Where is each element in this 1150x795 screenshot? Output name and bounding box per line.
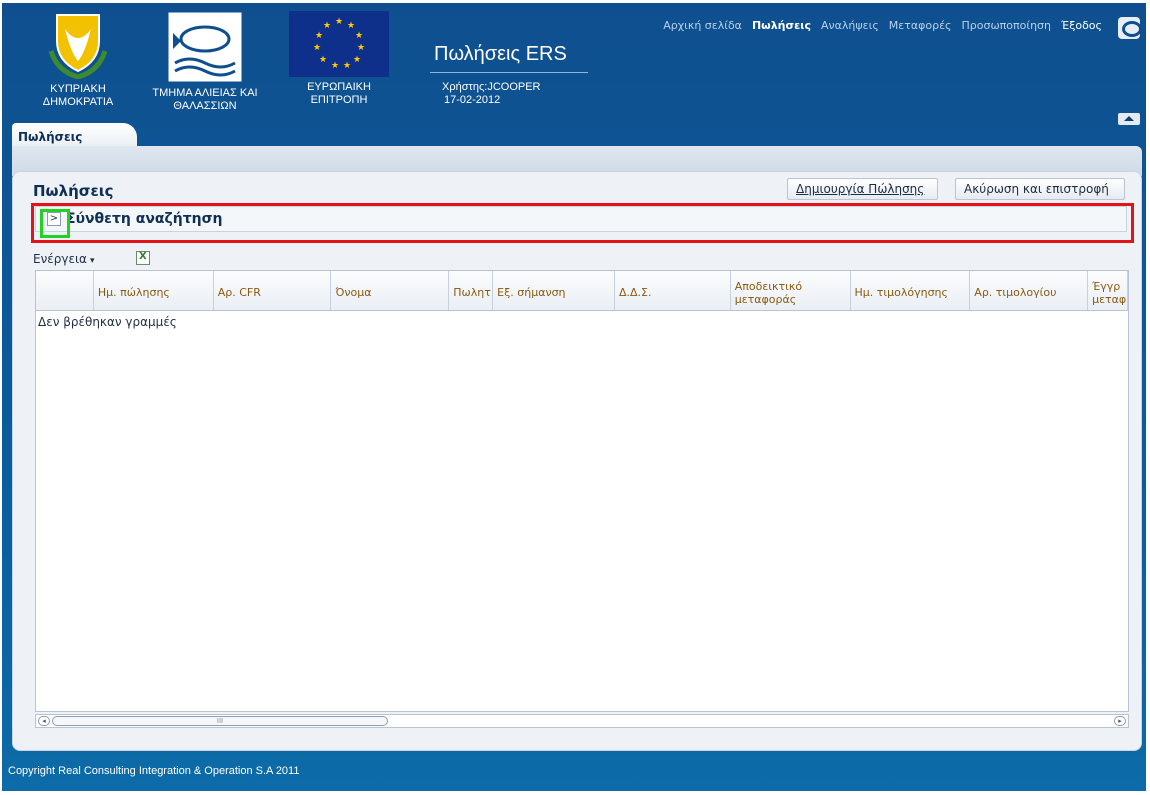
horizontal-scrollbar[interactable]: ◂ III ▸: [35, 714, 1129, 728]
column-header-seller[interactable]: Πωλητ: [449, 271, 494, 310]
column-header-cfr[interactable]: Αρ. CFR: [214, 271, 332, 310]
app-title: Πωλήσεις ERS: [434, 43, 567, 65]
nav-home[interactable]: Αρχική σελίδα: [663, 19, 742, 32]
column-header-external-marking[interactable]: Εξ. σήμανση: [493, 271, 615, 310]
collapse-header-icon[interactable]: [1118, 113, 1140, 125]
scroll-thumb[interactable]: III: [52, 716, 388, 726]
cyprus-crest-icon: [45, 11, 111, 80]
user-label: Χρήστης:JCOOPER: [442, 81, 541, 93]
oracle-icon[interactable]: [1118, 17, 1142, 39]
user-info: Χρήστης:JCOOPER 17-02-2012: [442, 81, 541, 107]
scroll-right-icon[interactable]: ▸: [1114, 716, 1126, 726]
fisheries-logo-caption: ΤΜΗΜΑ ΑΛΙΕΙΑΣ ΚΑΙ ΘΑΛΑΣΣΙΩΝ: [152, 87, 258, 112]
column-header-invoice-number[interactable]: Αρ. τιμολογίου: [970, 271, 1089, 310]
column-header-select[interactable]: [36, 271, 94, 310]
actions-menu[interactable]: Ενέργεια ▾: [33, 252, 94, 266]
fish-icon: [167, 11, 243, 83]
cyprus-logo: ΚΥΠΡΙΑΚΗ ΔΗΜΟΚΡΑΤΙΑ: [38, 11, 118, 109]
page-title: Πωλήσεις: [33, 182, 114, 200]
highlight-green-box: [40, 209, 70, 238]
export-excel-icon[interactable]: [136, 251, 150, 265]
eu-logo: ★ ★ ★ ★ ★ ★ ★ ★ ★ ★ ★ ΕΥΡΩΠΑΙΚΗ ΕΠΙΤΡΟΠΗ: [284, 11, 394, 107]
cancel-return-button[interactable]: Ακύρωση και επιστροφή: [955, 178, 1125, 200]
session-date: 17-02-2012: [444, 94, 501, 106]
column-header-transport-doc[interactable]: Αποδεικτικό μεταφοράς: [731, 271, 851, 310]
create-sale-button[interactable]: Δημιουργία Πώλησης: [787, 178, 938, 200]
sales-table: Ημ. πώλησης Αρ. CFR Όνομα Πωλητ Εξ. σήμα…: [35, 270, 1129, 712]
nav-sales[interactable]: Πωλήσεις: [752, 19, 811, 32]
column-header-dds[interactable]: Δ.Δ.Σ.: [615, 271, 731, 310]
nav-transfers[interactable]: Μεταφορές: [889, 19, 952, 32]
nav-logout[interactable]: Έξοδος: [1061, 19, 1102, 32]
highlight-red-box: [31, 203, 1134, 243]
table-header-row: Ημ. πώλησης Αρ. CFR Όνομα Πωλητ Εξ. σήμα…: [36, 271, 1128, 311]
eu-flag-icon: ★ ★ ★ ★ ★ ★ ★ ★ ★ ★ ★: [289, 11, 389, 77]
nav-personalization[interactable]: Προσωποποίηση: [961, 19, 1051, 32]
column-header-transfer-doc[interactable]: Έγγρ μεταφ: [1088, 271, 1128, 310]
nav-withdrawals[interactable]: Αναλήψεις: [821, 19, 879, 32]
column-header-invoice-date[interactable]: Ημ. τιμολόγησης: [851, 271, 971, 310]
dropdown-caret-icon: ▾: [89, 256, 95, 266]
copyright-footer: Copyright Real Consulting Integration & …: [8, 765, 300, 777]
app-frame: ΚΥΠΡΙΑΚΗ ΔΗΜΟΚΡΑΤΙΑ ΤΜΗΜΑ ΑΛΙΕΙΑΣ ΚΑΙ ΘΑ…: [2, 3, 1146, 791]
top-nav: Αρχική σελίδα Πωλήσεις Αναλήψεις Μεταφορ…: [663, 19, 1102, 32]
empty-table-message: Δεν βρέθηκαν γραμμές: [38, 315, 177, 329]
eu-logo-caption: ΕΥΡΩΠΑΙΚΗ ΕΠΙΤΡΟΠΗ: [307, 81, 371, 106]
sales-panel: Πωλήσεις Δημιουργία Πώλησης Ακύρωση και …: [12, 171, 1142, 751]
scroll-left-icon[interactable]: ◂: [38, 716, 50, 726]
fisheries-logo: ΤΜΗΜΑ ΑΛΙΕΙΑΣ ΚΑΙ ΘΑΛΑΣΣΙΩΝ: [140, 11, 270, 113]
actions-label: Ενέργεια: [33, 252, 87, 266]
app-title-divider: [430, 72, 588, 73]
column-header-sale-date[interactable]: Ημ. πώλησης: [94, 271, 214, 310]
cyprus-logo-caption: ΚΥΠΡΙΑΚΗ ΔΗΜΟΚΡΑΤΙΑ: [42, 83, 114, 108]
column-header-name[interactable]: Όνομα: [331, 271, 450, 310]
